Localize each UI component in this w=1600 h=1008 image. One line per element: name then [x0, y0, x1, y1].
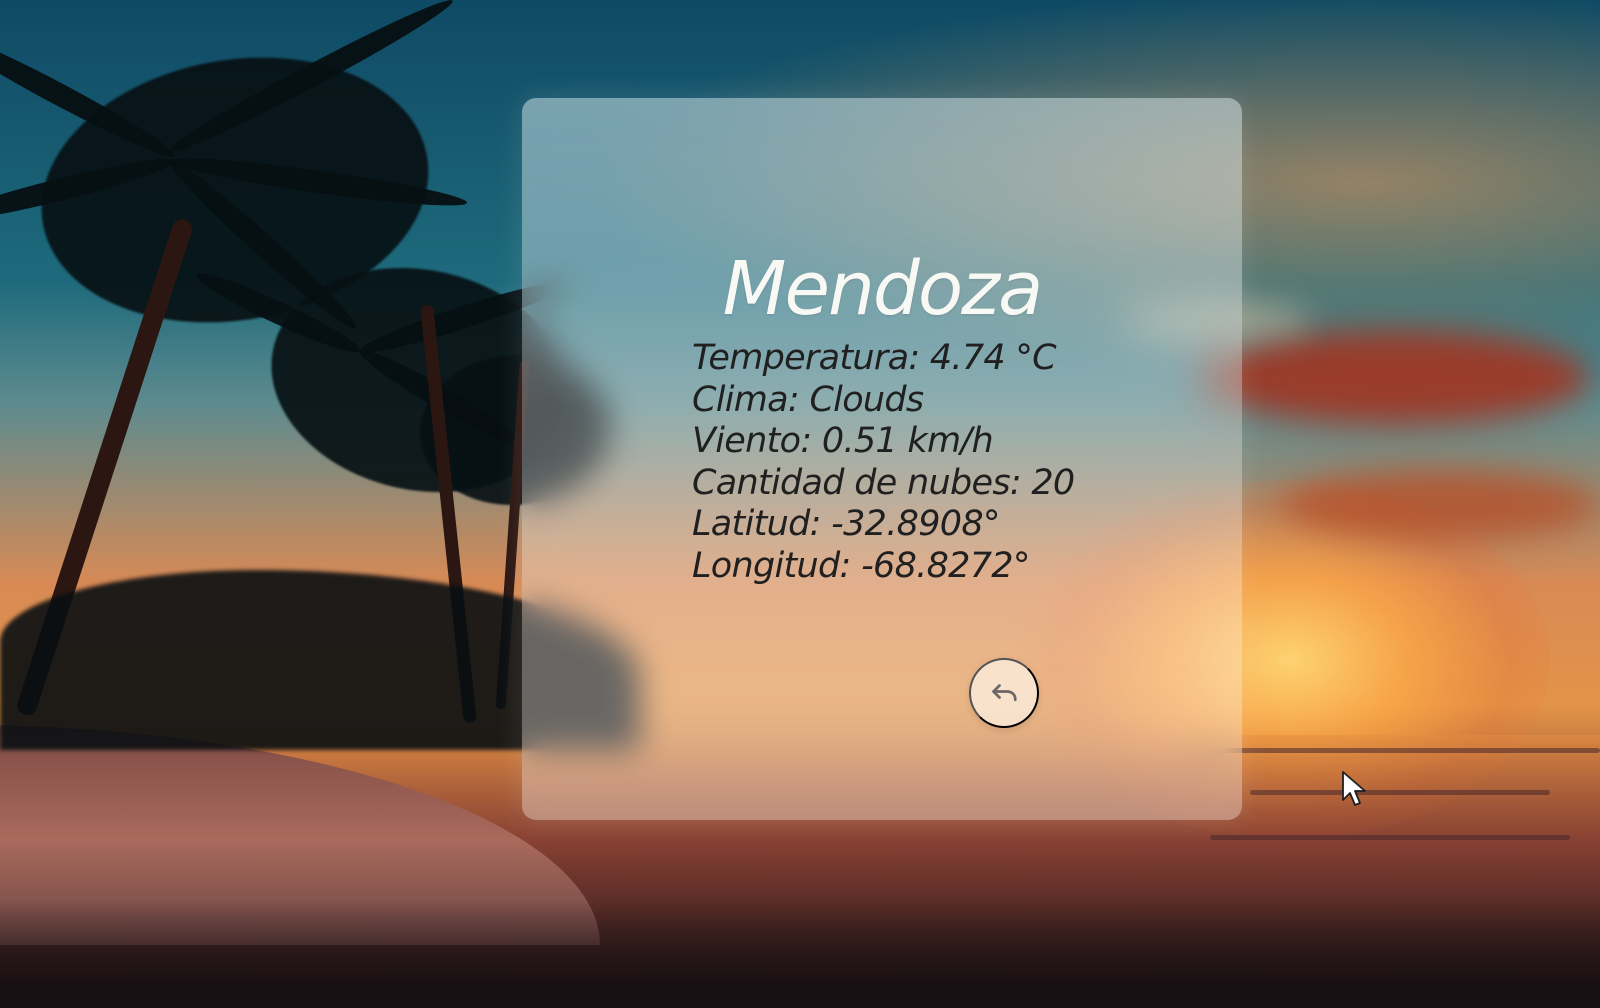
ocean-wave — [1210, 835, 1570, 840]
foreground-shadow — [0, 900, 1600, 1008]
ocean-wave — [1180, 748, 1600, 753]
weather-app-screen: Mendoza Temperatura: 4.74 °C Clima: Clou… — [0, 0, 1600, 1008]
longitude-detail: Longitud: -68.8272° — [692, 545, 1030, 586]
weather-details-list: Temperatura: 4.74 °C Clima: Clouds Vient… — [692, 338, 1152, 588]
dark-cloud — [1280, 470, 1600, 540]
wind-detail: Viento: 0.51 km/h — [692, 421, 994, 462]
cloud-amount-detail: Cantidad de nubes: 20 — [692, 462, 1075, 503]
temperature-detail: Temperatura: 4.74 °C — [692, 338, 1057, 378]
back-button[interactable] — [969, 658, 1039, 728]
dark-cloud — [1200, 330, 1590, 425]
mouse-pointer-icon — [1340, 770, 1368, 808]
city-title: Mendoza — [722, 245, 1044, 332]
undo-arrow-icon — [992, 684, 1017, 702]
ocean-wave — [1250, 790, 1550, 795]
weather-condition-detail: Clima: Clouds — [692, 379, 924, 420]
latitude-detail: Latitud: -32.8908° — [692, 504, 1000, 545]
weather-card: Mendoza Temperatura: 4.74 °C Clima: Clou… — [522, 98, 1242, 820]
